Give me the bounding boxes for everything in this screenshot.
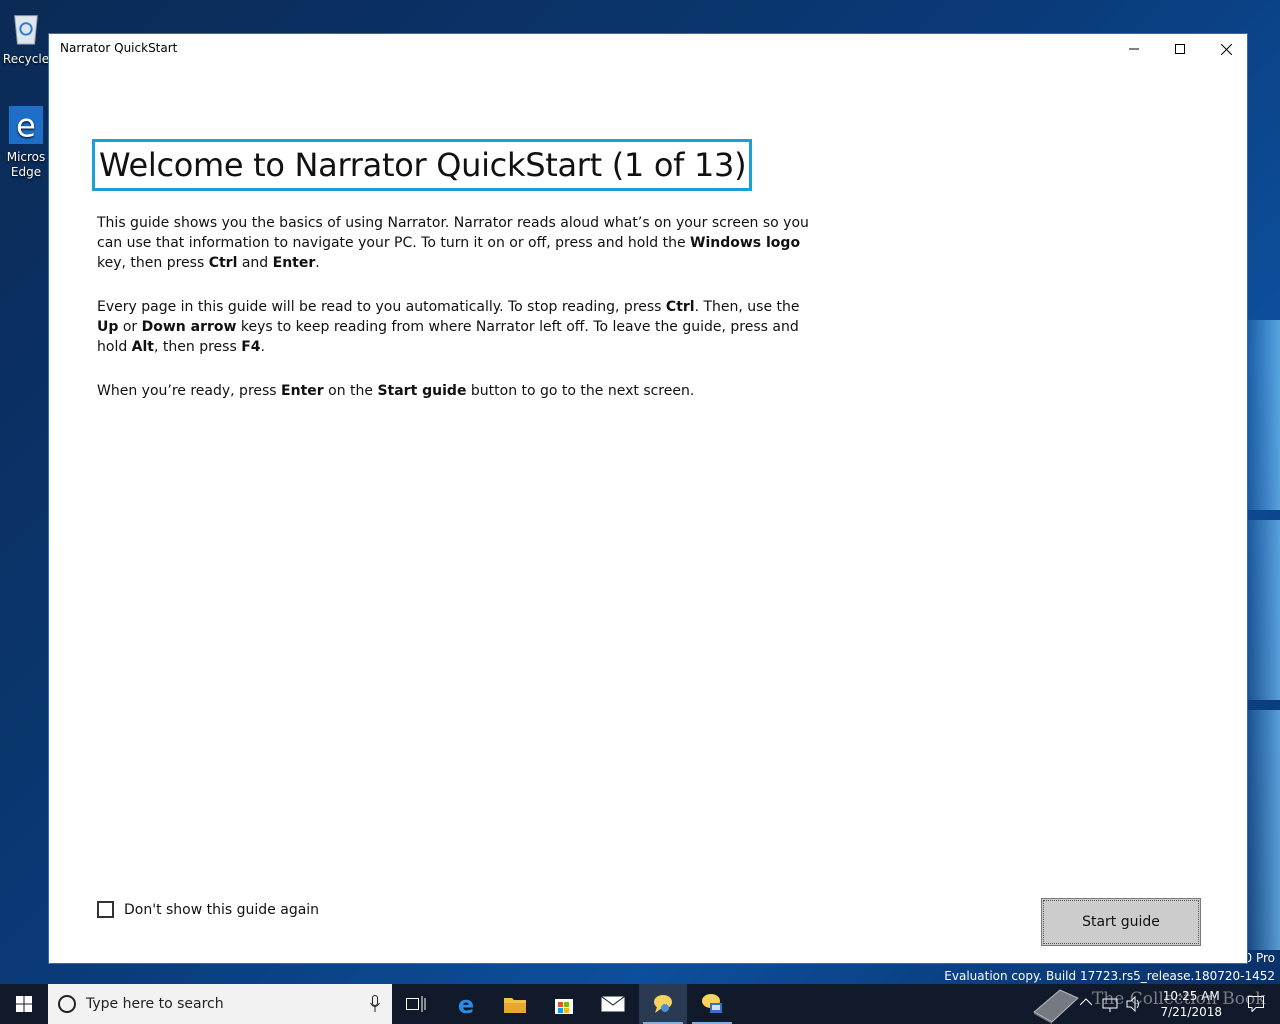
taskbar: Type here to search e 10:25 AM 7/21/2018 [0, 984, 1280, 1024]
key-name: Ctrl [665, 299, 695, 315]
svg-text:e: e [458, 993, 474, 1015]
reading-paragraph: Every page in this guide will be read to… [97, 297, 817, 357]
narrator-quickstart-window: Narrator QuickStart Welcome to Narrator … [48, 33, 1248, 964]
taskbar-narrator-button[interactable] [688, 984, 736, 1024]
folder-icon [504, 998, 526, 1013]
windows-logo-icon [16, 996, 32, 1012]
text: When you’re ready, press [97, 383, 282, 399]
dont-show-again-checkbox[interactable] [97, 901, 114, 918]
key-name: Enter [281, 383, 324, 399]
text: . Then, use the [694, 299, 800, 315]
key-name: Up [97, 319, 119, 335]
start-button[interactable] [0, 984, 48, 1024]
taskbar-mail-button[interactable] [589, 984, 637, 1024]
guide-content: Welcome to Narrator QuickStart (1 of 13)… [49, 64, 1247, 963]
brand-overlay: The Collection Book [1030, 986, 1280, 1024]
narrator-icon [702, 994, 722, 1013]
microphone-icon[interactable] [370, 995, 380, 1013]
text: and [237, 255, 273, 271]
key-name: Enter [272, 255, 316, 271]
key-name: Ctrl [208, 255, 238, 271]
window-title: Narrator QuickStart [60, 41, 178, 55]
title-bar[interactable]: Narrator QuickStart [49, 34, 1247, 64]
mail-icon [601, 996, 625, 1012]
desktop-icon-label: Micros Edge [6, 150, 46, 179]
page-title: Welcome to Narrator QuickStart (1 of 13) [92, 139, 753, 191]
text: Every page in this guide will be read to… [97, 299, 666, 315]
recycle-bin-icon [14, 15, 38, 45]
brand-overlay-text: The Collection Book [1092, 989, 1266, 1009]
maximize-button[interactable] [1157, 34, 1203, 64]
text: button to go to the next screen. [466, 383, 695, 399]
dont-show-again-checkbox-row[interactable]: Don't show this guide again [97, 901, 319, 918]
desktop-icon-recycle-bin[interactable]: Recycle [2, 8, 50, 67]
watermark-build: Evaluation copy. Build 17723.rs5_release… [944, 969, 1275, 983]
taskbar-narrator-quickstart-button[interactable] [639, 984, 687, 1024]
text: , then press [154, 339, 242, 355]
edge-icon: e [458, 993, 474, 1015]
key-name: F4 [241, 339, 261, 355]
text: . [260, 339, 265, 355]
minimize-icon [1129, 48, 1139, 50]
watermark-edition: 0 Pro [1244, 951, 1276, 965]
narrator-icon [654, 995, 672, 1013]
edge-icon: e [8, 106, 44, 144]
taskbar-edge-button[interactable]: e [442, 984, 490, 1024]
desktop-icon-edge[interactable]: e Micros Edge [2, 106, 50, 180]
minimize-button[interactable] [1111, 34, 1157, 64]
book-icon [1033, 989, 1079, 1024]
maximize-icon [1175, 44, 1185, 54]
text: on the [323, 383, 378, 399]
search-placeholder: Type here to search [86, 996, 224, 1012]
text: or [118, 319, 142, 335]
task-view-button[interactable] [392, 984, 440, 1024]
ready-paragraph: When you’re ready, press Enter on the St… [97, 381, 817, 401]
close-button[interactable] [1203, 34, 1249, 64]
text: key, then press [97, 255, 209, 271]
key-name: Windows logo [690, 235, 801, 251]
store-icon [555, 999, 573, 1014]
key-name: Down arrow [141, 319, 237, 335]
svg-text:e: e [16, 106, 36, 144]
task-view-icon [406, 996, 426, 1012]
start-guide-button[interactable]: Start guide [1041, 898, 1201, 946]
cortana-icon [58, 995, 76, 1013]
close-icon [1220, 43, 1232, 55]
taskbar-search-box[interactable]: Type here to search [48, 984, 392, 1024]
taskbar-store-button[interactable] [540, 984, 588, 1024]
key-name: Start guide [377, 383, 467, 399]
text: . [315, 255, 320, 271]
taskbar-file-explorer-button[interactable] [491, 984, 539, 1024]
dont-show-again-label[interactable]: Don't show this guide again [124, 902, 319, 918]
intro-paragraph: This guide shows you the basics of using… [97, 213, 817, 273]
desktop-icon-label: Recycle [2, 52, 50, 66]
key-name: Alt [131, 339, 154, 355]
